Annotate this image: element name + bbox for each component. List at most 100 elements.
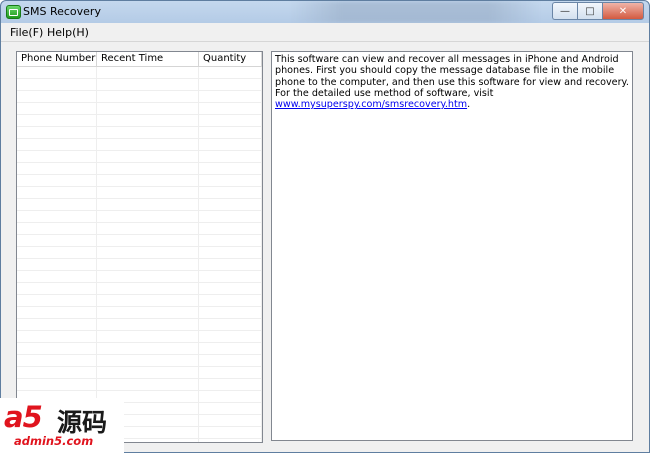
list-header: Phone Number Recent Time Quantity xyxy=(17,52,262,67)
list-row-empty[interactable] xyxy=(17,79,262,91)
list-cell-empty xyxy=(17,295,97,306)
list-cell-empty xyxy=(17,115,97,126)
list-row-empty[interactable] xyxy=(17,151,262,163)
info-text-end: . xyxy=(467,99,471,111)
list-row-empty[interactable] xyxy=(17,199,262,211)
list-cell-empty xyxy=(17,103,97,114)
list-cell-empty xyxy=(17,127,97,138)
list-body xyxy=(17,67,262,442)
list-cell-empty xyxy=(17,367,97,378)
list-cell-empty xyxy=(199,367,262,378)
list-cell-empty xyxy=(97,79,199,90)
list-row-empty[interactable] xyxy=(17,103,262,115)
message-list-view[interactable]: Phone Number Recent Time Quantity xyxy=(16,51,263,443)
list-cell-empty xyxy=(97,295,199,306)
close-button[interactable]: ✕ xyxy=(602,2,644,20)
list-cell-empty xyxy=(17,235,97,246)
list-cell-empty xyxy=(17,343,97,354)
list-cell-empty xyxy=(199,235,262,246)
list-cell-empty xyxy=(199,151,262,162)
list-cell-empty xyxy=(199,127,262,138)
list-cell-empty xyxy=(199,427,262,438)
list-cell-empty xyxy=(17,67,97,78)
list-cell-empty xyxy=(199,199,262,210)
list-row-empty[interactable] xyxy=(17,367,262,379)
client-area: Phone Number Recent Time Quantity This s… xyxy=(1,42,649,452)
watermark: a5 源码 admin5.com xyxy=(0,398,124,453)
list-row-empty[interactable] xyxy=(17,271,262,283)
list-row-empty[interactable] xyxy=(17,379,262,391)
title-bar[interactable]: SMS Recovery — □ ✕ xyxy=(1,1,649,23)
list-row-empty[interactable] xyxy=(17,235,262,247)
list-row-empty[interactable] xyxy=(17,115,262,127)
list-cell-empty xyxy=(97,139,199,150)
list-cell-empty xyxy=(97,151,199,162)
list-cell-empty xyxy=(17,271,97,282)
blurred-background-region xyxy=(291,1,541,23)
list-cell-empty xyxy=(97,367,199,378)
list-cell-empty xyxy=(17,79,97,90)
list-row-empty[interactable] xyxy=(17,91,262,103)
list-cell-empty xyxy=(199,391,262,402)
minimize-button[interactable]: — xyxy=(552,2,577,20)
list-cell-empty xyxy=(17,139,97,150)
list-row-empty[interactable] xyxy=(17,319,262,331)
list-cell-empty xyxy=(199,187,262,198)
list-row-empty[interactable] xyxy=(17,175,262,187)
list-cell-empty xyxy=(199,79,262,90)
list-row-empty[interactable] xyxy=(17,127,262,139)
list-cell-empty xyxy=(97,211,199,222)
list-row-empty[interactable] xyxy=(17,247,262,259)
menu-file[interactable]: File(F) xyxy=(10,26,43,39)
list-cell-empty xyxy=(17,331,97,342)
list-cell-empty xyxy=(97,331,199,342)
list-cell-empty xyxy=(17,283,97,294)
list-cell-empty xyxy=(17,163,97,174)
list-cell-empty xyxy=(97,343,199,354)
list-cell-empty xyxy=(199,247,262,258)
list-cell-empty xyxy=(97,235,199,246)
watermark-logo: a5 xyxy=(4,400,43,434)
list-cell-empty xyxy=(199,103,262,114)
list-row-empty[interactable] xyxy=(17,211,262,223)
list-cell-empty xyxy=(97,199,199,210)
list-cell-empty xyxy=(97,91,199,102)
list-row-empty[interactable] xyxy=(17,331,262,343)
list-cell-empty xyxy=(199,211,262,222)
list-cell-empty xyxy=(199,139,262,150)
column-header-phone-number[interactable]: Phone Number xyxy=(17,52,97,66)
list-cell-empty xyxy=(97,187,199,198)
list-row-empty[interactable] xyxy=(17,259,262,271)
website-link[interactable]: www.mysuperspy.com/smsrecovery.htm xyxy=(275,99,467,110)
list-row-empty[interactable] xyxy=(17,295,262,307)
list-row-empty[interactable] xyxy=(17,283,262,295)
list-cell-empty xyxy=(97,319,199,330)
watermark-url: admin5.com xyxy=(14,434,94,448)
column-header-quantity[interactable]: Quantity xyxy=(199,52,262,66)
list-cell-empty xyxy=(17,355,97,366)
list-cell-empty xyxy=(17,379,97,390)
maximize-button[interactable]: □ xyxy=(577,2,602,20)
list-cell-empty xyxy=(199,307,262,318)
list-row-empty[interactable] xyxy=(17,187,262,199)
list-cell-empty xyxy=(17,187,97,198)
list-cell-empty xyxy=(199,223,262,234)
window-controls: — □ ✕ xyxy=(552,2,644,20)
list-cell-empty xyxy=(17,211,97,222)
list-row-empty[interactable] xyxy=(17,67,262,79)
list-cell-empty xyxy=(199,283,262,294)
list-row-empty[interactable] xyxy=(17,343,262,355)
info-text-area[interactable]: This software can view and recover all m… xyxy=(271,51,633,441)
list-cell-empty xyxy=(17,151,97,162)
app-window: SMS Recovery — □ ✕ File(F) Help(H) Phone… xyxy=(0,0,650,453)
list-cell-empty xyxy=(199,343,262,354)
list-row-empty[interactable] xyxy=(17,139,262,151)
window-title: SMS Recovery xyxy=(23,5,101,18)
list-row-empty[interactable] xyxy=(17,223,262,235)
list-cell-empty xyxy=(97,67,199,78)
column-header-recent-time[interactable]: Recent Time xyxy=(97,52,199,66)
list-row-empty[interactable] xyxy=(17,307,262,319)
menu-help[interactable]: Help(H) xyxy=(47,26,89,39)
list-row-empty[interactable] xyxy=(17,163,262,175)
list-row-empty[interactable] xyxy=(17,355,262,367)
